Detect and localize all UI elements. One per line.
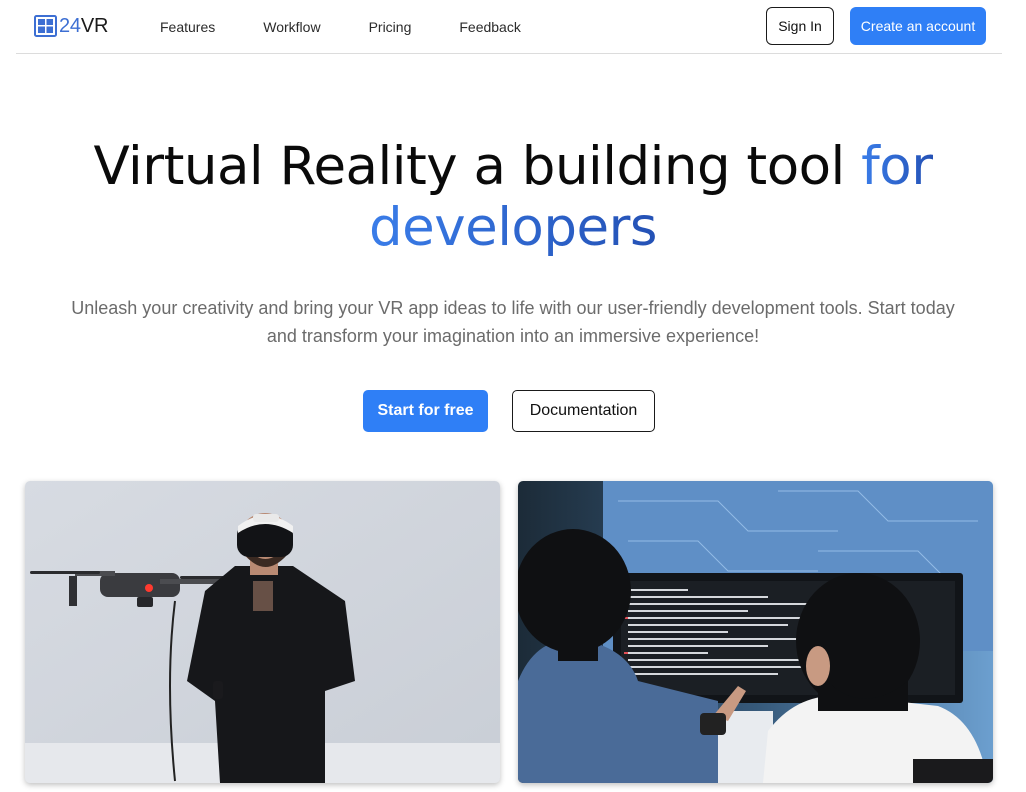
nav-link-workflow[interactable]: Workflow: [263, 19, 320, 35]
brand-name-suffix: VR: [80, 15, 109, 37]
nav-link-pricing[interactable]: Pricing: [369, 19, 412, 35]
brand-name: 24VR: [59, 14, 108, 38]
hero-title: Virtual Reality a building tool for devel…: [0, 136, 1026, 258]
create-account-button[interactable]: Create an account: [850, 7, 986, 45]
vr-drone-photo: [25, 481, 500, 783]
developers-coding-photo: [518, 481, 993, 783]
hero-title-accent-for: for: [861, 136, 933, 197]
brand-logo[interactable]: 24VR: [34, 14, 108, 38]
hero-title-main: Virtual Reality a building tool: [93, 136, 862, 197]
hero-subtitle: Unleash your creativity and bring your V…: [71, 298, 955, 346]
documentation-button[interactable]: Documentation: [512, 390, 655, 432]
navbar: 24VR Features Workflow Pricing Feedback …: [16, 0, 1002, 54]
start-for-free-button[interactable]: Start for free: [363, 390, 488, 432]
nav-link-feedback[interactable]: Feedback: [459, 19, 520, 35]
nav-links: Features Workflow Pricing Feedback: [160, 0, 569, 53]
grid-window-icon: [34, 15, 57, 37]
nav-link-features[interactable]: Features: [160, 19, 215, 35]
brand-name-number: 24: [59, 15, 81, 37]
hero-title-accent-developers: developers: [368, 197, 658, 258]
sign-in-button[interactable]: Sign In: [766, 7, 834, 45]
